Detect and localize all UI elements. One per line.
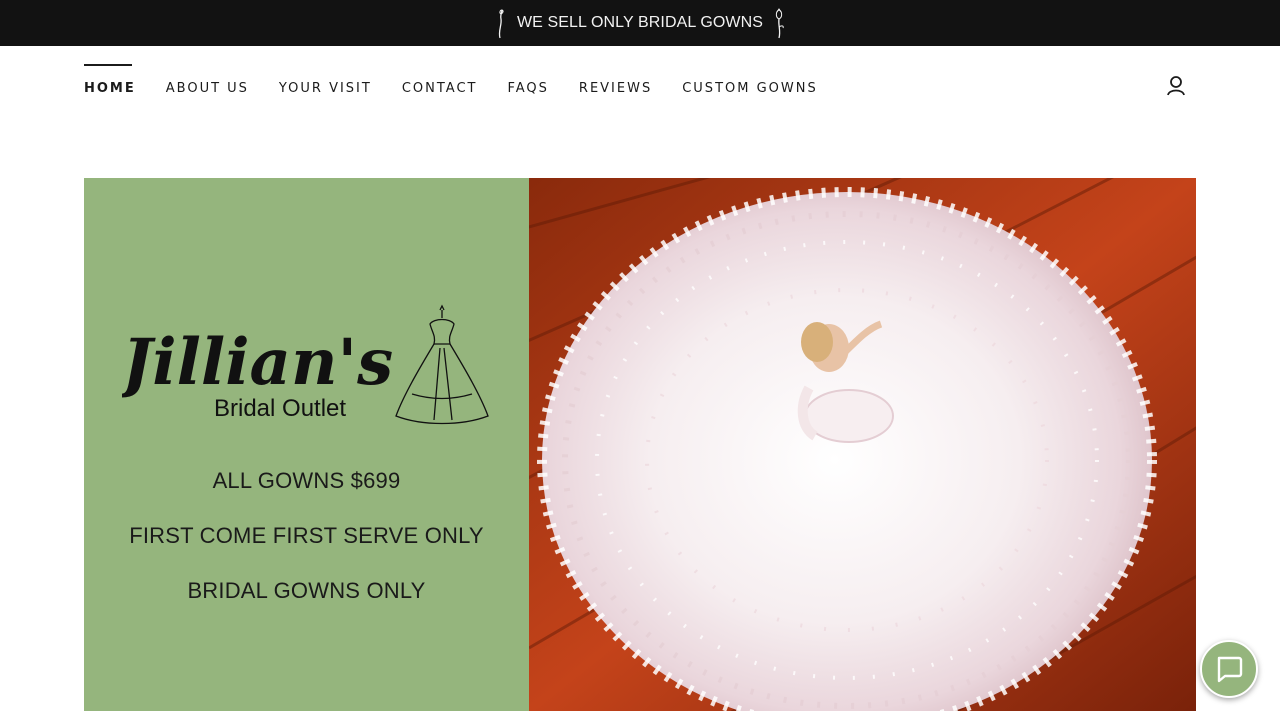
nav-item-contact[interactable]: CONTACT: [402, 64, 478, 104]
brand-logo: Jillian's Bridal Outlet: [122, 304, 489, 425]
nav-item-reviews[interactable]: REVIEWS: [579, 64, 652, 104]
chat-bubble-icon: [1217, 656, 1243, 683]
nav-item-faqs[interactable]: FAQS: [507, 64, 548, 104]
bride-in-gown-photo: [529, 178, 1196, 711]
rose-bud-icon: [775, 8, 784, 39]
rose-stem-icon: [498, 9, 504, 39]
announcement-text: WE SELL ONLY BRIDAL GOWNS: [516, 14, 764, 31]
logo-subtitle: Bridal Outlet: [214, 395, 346, 422]
logo-script: Jillian's: [122, 325, 393, 400]
dress-form-icon: [395, 304, 489, 425]
account-button[interactable]: [1164, 74, 1188, 98]
nav-item-about-us[interactable]: ABOUT US: [166, 64, 249, 104]
hero-section: Jillian's Bridal Outlet ALL GOWNS $699 F…: [84, 178, 1196, 711]
nav-item-home[interactable]: HOME: [84, 64, 136, 104]
announcement-bar: WE SELL ONLY BRIDAL GOWNS: [0, 0, 1280, 46]
promo-line-bridal-only: BRIDAL GOWNS ONLY: [187, 578, 426, 603]
promo-panel: Jillian's Bridal Outlet ALL GOWNS $699 F…: [84, 178, 529, 711]
main-nav: HOME ABOUT US YOUR VISIT CONTACT FAQS RE…: [84, 64, 848, 104]
nav-item-your-visit[interactable]: YOUR VISIT: [279, 64, 372, 104]
chat-button[interactable]: [1200, 640, 1258, 698]
nav-item-custom-gowns[interactable]: CUSTOM GOWNS: [682, 64, 818, 104]
promo-line-price: ALL GOWNS $699: [212, 468, 401, 493]
user-icon: [1167, 76, 1185, 96]
promo-line-first-come: FIRST COME FIRST SERVE ONLY: [129, 523, 484, 548]
